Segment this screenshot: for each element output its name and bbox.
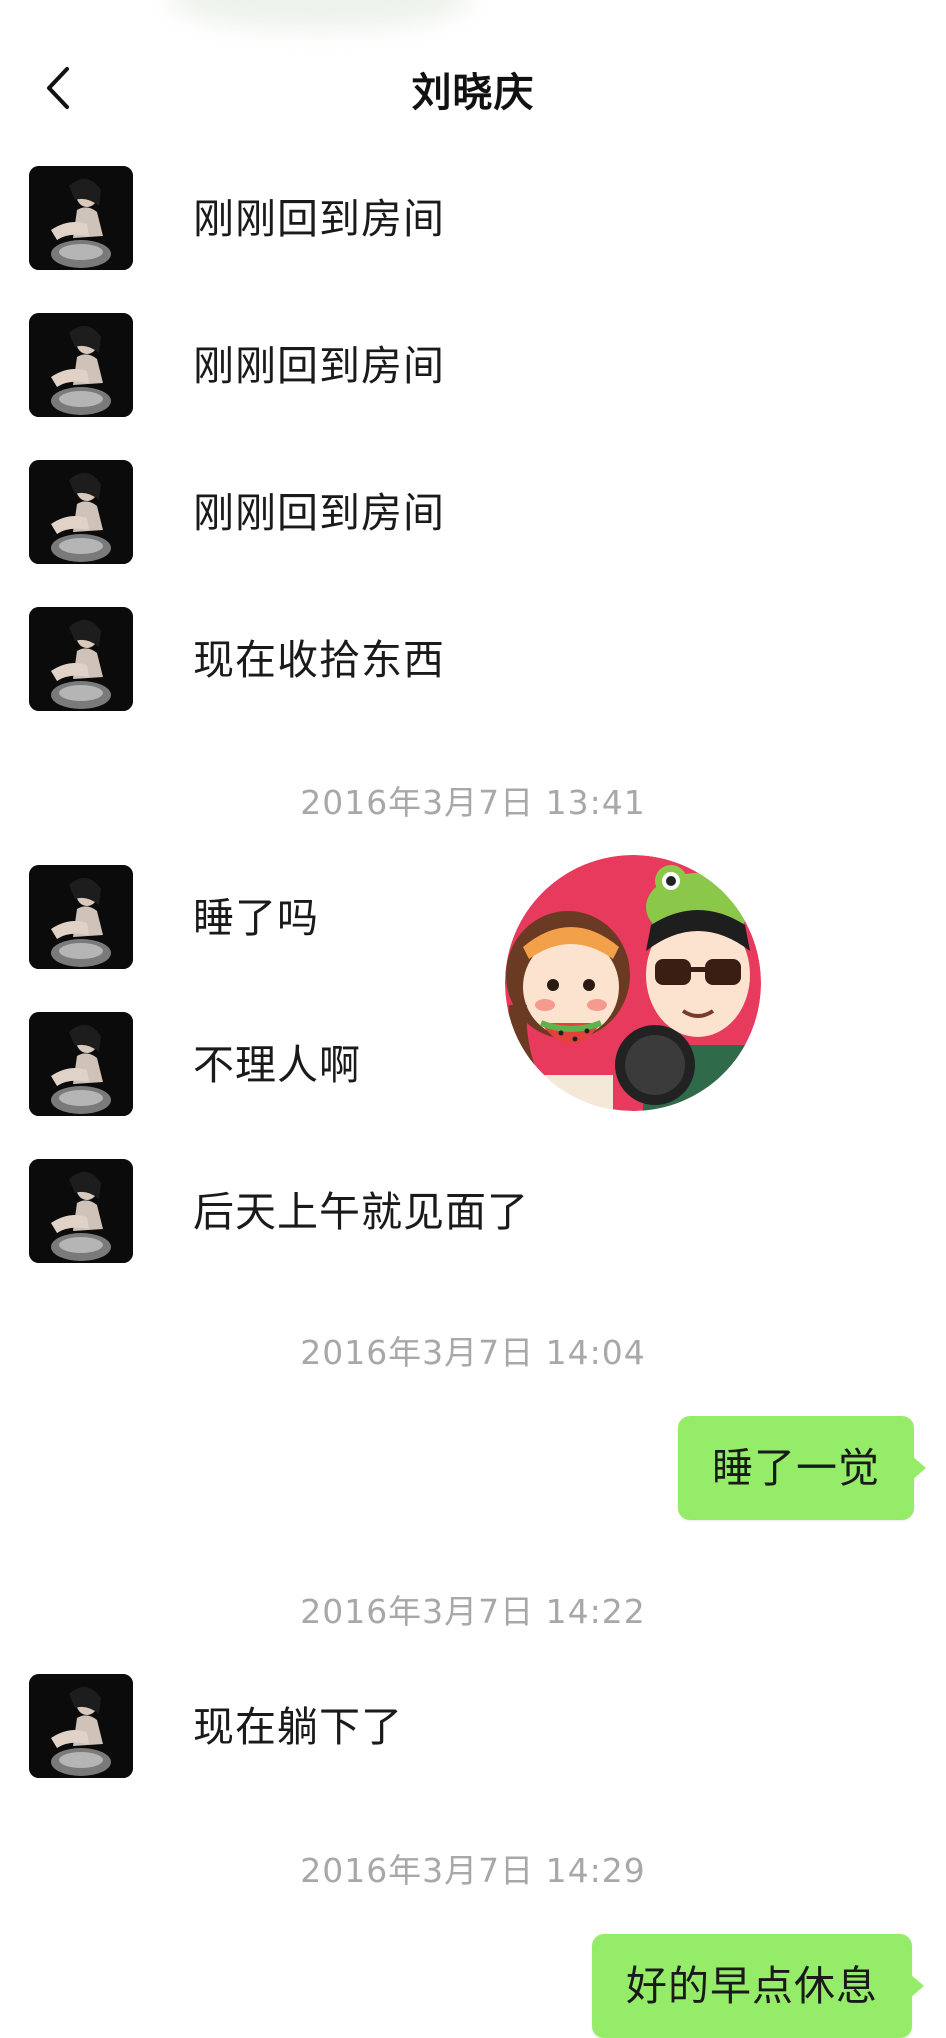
timestamp: 2016年3月7日 14:04 [300, 1333, 646, 1372]
timestamp: 2016年3月7日 13:41 [300, 783, 646, 822]
message-text: 刚刚回到房间 [193, 195, 445, 243]
contact-avatar[interactable] [29, 166, 133, 270]
contact-avatar[interactable] [29, 1674, 133, 1778]
message-row: 睡了吗 [0, 865, 946, 973]
message-row: 刚刚回到房间 [0, 166, 946, 274]
message-row: 后天上午就见面了 [0, 1159, 946, 1267]
chat-header: 刘晓庆 [0, 0, 946, 170]
message-text: 刚刚回到房间 [193, 489, 445, 537]
message-row: 现在躺下了 [0, 1674, 946, 1782]
contact-avatar[interactable] [29, 460, 133, 564]
contact-avatar[interactable] [29, 1012, 133, 1116]
message-text: 睡了吗 [193, 894, 319, 942]
outgoing-message-bubble[interactable]: 睡了一觉 [678, 1416, 926, 1520]
message-row: 刚刚回到房间 [0, 460, 946, 568]
timestamp: 2016年3月7日 14:29 [300, 1851, 646, 1890]
timestamp: 2016年3月7日 14:22 [300, 1592, 646, 1631]
contact-avatar[interactable] [29, 313, 133, 417]
bubble-tail [912, 1456, 926, 1480]
chat-title: 刘晓庆 [411, 70, 535, 116]
message-text: 不理人啊 [193, 1041, 361, 1089]
contact-avatar[interactable] [29, 607, 133, 711]
bubble-tail [910, 1974, 924, 1998]
message-text: 现在收拾东西 [193, 636, 445, 684]
message-row: 刚刚回到房间 [0, 313, 946, 421]
message-text: 现在躺下了 [193, 1703, 403, 1751]
message-row: 现在收拾东西 [0, 607, 946, 715]
message-row: 不理人啊 [0, 1012, 946, 1120]
outgoing-message-text: 睡了一觉 [712, 1444, 880, 1492]
message-text: 刚刚回到房间 [193, 342, 445, 390]
cartoon-couple-watermark [483, 855, 783, 1135]
contact-avatar[interactable] [29, 1159, 133, 1263]
outgoing-message-bubble[interactable]: 好的早点休息 [592, 1934, 924, 2038]
message-text: 后天上午就见面了 [193, 1188, 529, 1236]
contact-avatar[interactable] [29, 865, 133, 969]
outgoing-message-text: 好的早点休息 [626, 1962, 878, 2010]
